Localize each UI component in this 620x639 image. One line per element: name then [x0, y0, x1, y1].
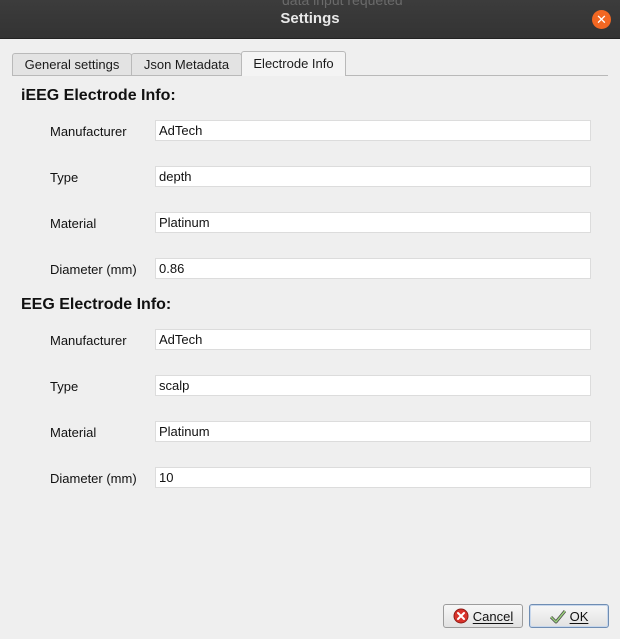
eeg-diameter-field[interactable]	[155, 467, 591, 488]
eeg-diameter-label: Diameter (mm)	[50, 471, 137, 486]
eeg-material-field[interactable]	[155, 421, 591, 442]
tab-electrode-info[interactable]: Electrode Info	[241, 51, 346, 76]
eeg-manufacturer-label: Manufacturer	[50, 333, 127, 348]
title-bar: data input requeted Settings ✕	[0, 0, 620, 39]
eeg-type-field[interactable]	[155, 375, 591, 396]
ieeg-diameter-label: Diameter (mm)	[50, 262, 137, 277]
close-button[interactable]: ✕	[592, 10, 611, 29]
background-window-text: data input requeted	[282, 0, 403, 8]
ieeg-material-field[interactable]	[155, 212, 591, 233]
eeg-section-title: EEG Electrode Info:	[21, 296, 172, 313]
ieeg-material-label: Material	[50, 216, 97, 231]
ieeg-diameter-field[interactable]	[155, 258, 591, 279]
ieeg-manufacturer-label: Manufacturer	[50, 124, 127, 139]
cancel-icon	[453, 608, 469, 624]
ieeg-manufacturer-field[interactable]	[155, 120, 591, 141]
eeg-type-label: Type	[50, 379, 79, 394]
close-icon: ✕	[596, 12, 607, 27]
eeg-manufacturer-field[interactable]	[155, 329, 591, 350]
cancel-button[interactable]: Cancel	[443, 604, 523, 628]
ok-button-label: OK	[569, 608, 589, 624]
ok-button[interactable]: OK	[529, 604, 609, 628]
settings-dialog: data input requeted Settings ✕ General s…	[0, 0, 620, 639]
window-title: Settings	[280, 10, 340, 27]
ieeg-type-label: Type	[50, 170, 79, 185]
ok-checkmark-icon	[549, 608, 566, 624]
tab-general-settings[interactable]: General settings	[12, 53, 132, 75]
ieeg-type-field[interactable]	[155, 166, 591, 187]
tab-json-metadata[interactable]: Json Metadata	[131, 53, 242, 75]
cancel-button-label: Cancel	[472, 608, 514, 624]
ieeg-section-title: iEEG Electrode Info:	[21, 87, 176, 104]
eeg-material-label: Material	[50, 425, 97, 440]
